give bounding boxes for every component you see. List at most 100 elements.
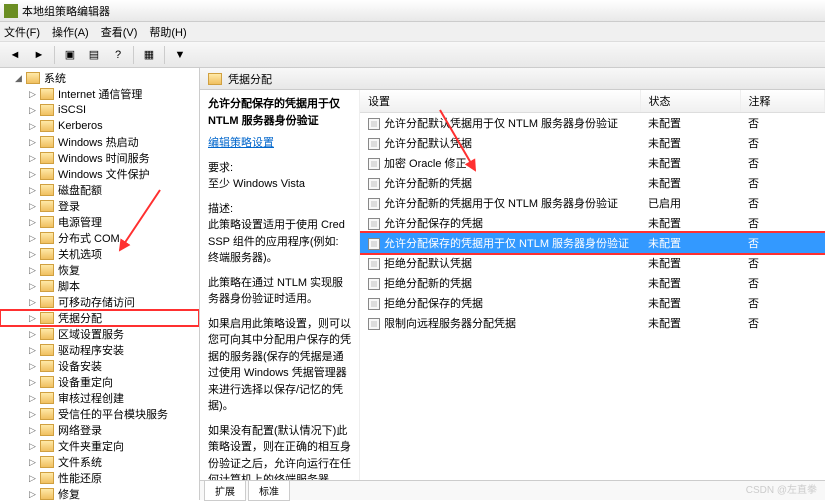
show-hide-tree-button[interactable]: ▤	[83, 45, 105, 65]
expand-icon[interactable]: ▷	[29, 282, 38, 291]
tree-item[interactable]: ▷电源管理	[0, 214, 199, 230]
menu-file[interactable]: 文件(F)	[4, 24, 40, 40]
table-row[interactable]: 加密 Oracle 修正未配置否	[360, 153, 825, 173]
navigation-tree[interactable]: ◢系统▷Internet 通信管理▷iSCSI▷Kerberos▷Windows…	[0, 68, 200, 500]
tree-item[interactable]: ▷登录	[0, 198, 199, 214]
forward-button[interactable]: ►	[28, 45, 50, 65]
up-button[interactable]: ▣	[59, 45, 81, 65]
expand-icon[interactable]: ▷	[29, 442, 38, 451]
expand-icon[interactable]: ▷	[29, 298, 38, 307]
table-row[interactable]: 允许分配默认凭据用于仅 NTLM 服务器身份验证未配置否	[360, 113, 825, 134]
folder-icon	[40, 88, 54, 100]
tree-item[interactable]: ▷网络登录	[0, 422, 199, 438]
tree-item[interactable]: ▷区域设置服务	[0, 326, 199, 342]
tree-item[interactable]: ▷分布式 COM	[0, 230, 199, 246]
folder-icon	[40, 472, 54, 484]
tree-item[interactable]: ▷Windows 时间服务	[0, 150, 199, 166]
expand-icon[interactable]: ▷	[29, 122, 38, 131]
setting-name: 允许分配默认凭据用于仅 NTLM 服务器身份验证	[384, 118, 618, 130]
description-label: 描述:	[208, 201, 351, 218]
policy-icon	[368, 178, 380, 190]
folder-icon	[40, 392, 54, 404]
setting-state: 未配置	[640, 213, 740, 233]
refresh-button[interactable]: ▦	[138, 45, 160, 65]
filter-button[interactable]: ▼	[169, 45, 191, 65]
expand-icon[interactable]: ▷	[29, 138, 38, 147]
tree-item[interactable]: ▷驱动程序安装	[0, 342, 199, 358]
export-button[interactable]: ?	[107, 45, 129, 65]
tree-item[interactable]: ▷恢复	[0, 262, 199, 278]
folder-icon	[40, 264, 54, 276]
table-row[interactable]: 拒绝分配新的凭据未配置否	[360, 273, 825, 293]
tree-item[interactable]: ▷文件夹重定向	[0, 438, 199, 454]
table-row[interactable]: 允许分配新的凭据用于仅 NTLM 服务器身份验证已启用否	[360, 193, 825, 213]
expand-icon[interactable]: ▷	[29, 426, 38, 435]
tree-item[interactable]: ▷ 脚本	[0, 278, 199, 294]
tree-item[interactable]: ▷Internet 通信管理	[0, 86, 199, 102]
expand-icon[interactable]: ▷	[29, 410, 38, 419]
table-row[interactable]: 拒绝分配默认凭据未配置否	[360, 253, 825, 273]
tab-extended[interactable]: 扩展	[204, 481, 246, 501]
table-row[interactable]: 允许分配默认凭据未配置否	[360, 133, 825, 153]
tree-item[interactable]: ▷文件系统	[0, 454, 199, 470]
expand-icon[interactable]: ▷	[29, 154, 38, 163]
tree-item[interactable]: ▷设备安装	[0, 358, 199, 374]
tree-item[interactable]: ▷审核过程创建	[0, 390, 199, 406]
tree-item[interactable]: ▷关机选项	[0, 246, 199, 262]
expand-icon[interactable]: ▷	[29, 234, 38, 243]
expand-icon[interactable]: ▷	[29, 458, 38, 467]
tree-item[interactable]: ▷iSCSI	[0, 102, 199, 118]
expand-icon[interactable]: ▷	[29, 106, 38, 115]
menu-help[interactable]: 帮助(H)	[149, 24, 186, 40]
tree-item[interactable]: ▷Windows 文件保护	[0, 166, 199, 182]
tree-item[interactable]: ▷凭据分配	[0, 310, 199, 326]
menu-action[interactable]: 操作(A)	[52, 24, 89, 40]
tree-item[interactable]: ▷Kerberos	[0, 118, 199, 134]
expand-icon[interactable]: ▷	[29, 490, 38, 499]
tree-item-label: 脚本	[58, 278, 80, 294]
expand-icon[interactable]: ▷	[29, 186, 38, 195]
tree-item[interactable]: ▷设备重定向	[0, 374, 199, 390]
table-row[interactable]: 允许分配新的凭据未配置否	[360, 173, 825, 193]
collapse-icon[interactable]: ◢	[15, 74, 24, 83]
settings-list[interactable]: 设置 状态 注释 允许分配默认凭据用于仅 NTLM 服务器身份验证未配置否允许分…	[360, 90, 825, 480]
back-button[interactable]: ◄	[4, 45, 26, 65]
expand-icon[interactable]: ▷	[29, 170, 38, 179]
tree-item[interactable]: ▷磁盘配额	[0, 182, 199, 198]
expand-icon[interactable]: ▷	[29, 474, 38, 483]
expand-icon[interactable]: ▷	[29, 394, 38, 403]
col-state[interactable]: 状态	[640, 90, 740, 113]
tree-item[interactable]: ▷修复	[0, 486, 199, 500]
menu-view[interactable]: 查看(V)	[101, 24, 138, 40]
tab-standard[interactable]: 标准	[248, 481, 290, 501]
expand-icon[interactable]: ▷	[29, 90, 38, 99]
expand-icon[interactable]: ▷	[29, 378, 38, 387]
folder-icon	[40, 152, 54, 164]
col-setting[interactable]: 设置	[360, 90, 640, 113]
expand-icon[interactable]: ▷	[29, 218, 38, 227]
table-row[interactable]: 限制向远程服务器分配凭据未配置否	[360, 313, 825, 333]
tree-item[interactable]: ▷性能还原	[0, 470, 199, 486]
tree-item-label: 可移动存储访问	[58, 294, 135, 310]
watermark: CSDN @左直拳	[746, 481, 817, 496]
tree-item[interactable]: ▷Windows 热启动	[0, 134, 199, 150]
table-row[interactable]: 拒绝分配保存的凭据未配置否	[360, 293, 825, 313]
col-comment[interactable]: 注释	[740, 90, 825, 113]
tree-item[interactable]: ▷受信任的平台模块服务	[0, 406, 199, 422]
tree-root[interactable]: ◢系统	[0, 70, 199, 86]
expand-icon[interactable]: ▷	[29, 314, 38, 323]
expand-icon[interactable]: ▷	[29, 266, 38, 275]
expand-icon[interactable]: ▷	[29, 330, 38, 339]
description-text-4: 如果没有配置(默认情况下)此策略设置，则在正确的相互身份验证之后，允许向运行在任…	[208, 423, 351, 481]
setting-state: 已启用	[640, 193, 740, 213]
table-row[interactable]: 允许分配保存的凭据未配置否	[360, 213, 825, 233]
table-row[interactable]: 允许分配保存的凭据用于仅 NTLM 服务器身份验证未配置否	[360, 233, 825, 253]
tree-item[interactable]: ▷ 可移动存储访问	[0, 294, 199, 310]
folder-icon	[40, 296, 54, 308]
expand-icon[interactable]: ▷	[29, 250, 38, 259]
expand-icon[interactable]: ▷	[29, 346, 38, 355]
expand-icon[interactable]: ▷	[29, 362, 38, 371]
expand-icon[interactable]: ▷	[29, 202, 38, 211]
folder-icon	[40, 104, 54, 116]
edit-policy-link[interactable]: 编辑策略设置	[208, 137, 274, 149]
